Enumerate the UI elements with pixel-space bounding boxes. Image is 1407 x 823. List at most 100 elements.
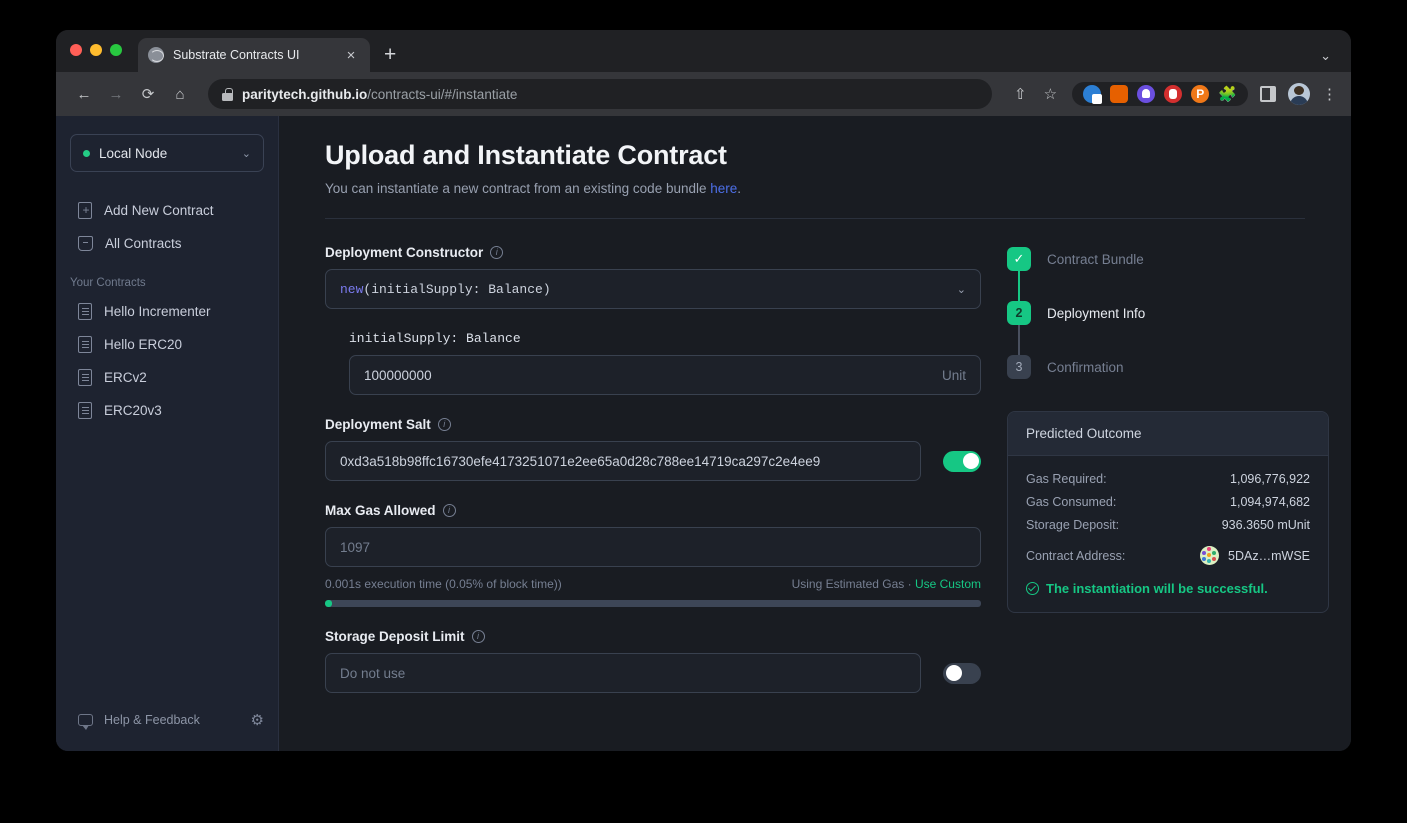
lock-icon <box>222 87 233 101</box>
address-bar[interactable]: paritytech.github.io/contracts-ui/#/inst… <box>208 79 993 109</box>
maximize-window-button[interactable] <box>110 44 122 56</box>
node-label: Local Node <box>99 145 168 161</box>
label-text: Deployment Salt <box>325 417 431 432</box>
sidebar-item-add-new-contract[interactable]: Add New Contract <box>56 194 278 227</box>
step-label: Confirmation <box>1047 359 1124 375</box>
polkadot-extension-icon[interactable]: P <box>1191 85 1210 103</box>
help-feedback-link[interactable]: Help & Feedback <box>104 713 240 727</box>
sidebar-item-hello-incrementer[interactable]: Hello Incrementer <box>56 295 278 328</box>
tab-strip: Substrate Contracts UI × + ⌄ <box>56 30 1351 72</box>
step-connector <box>1018 271 1020 301</box>
form-column: Deployment Constructor i new(initialSupp… <box>325 245 981 715</box>
outcome-row-contract-address: Contract Address: 5DAz…mWSE <box>1026 546 1310 565</box>
initial-supply-value: 100000000 <box>364 367 432 383</box>
toggle-knob <box>945 665 962 681</box>
info-icon[interactable]: i <box>471 630 485 643</box>
url-host: paritytech.github.io <box>242 86 368 102</box>
step-confirmation[interactable]: 3 Confirmation <box>1007 355 1329 379</box>
reload-button[interactable]: ⟳ <box>134 80 162 108</box>
constructor-value: new(initialSupply: Balance) <box>340 282 957 297</box>
status-badge: The instantiation will be successful. <box>1026 581 1310 596</box>
app-body: Local Node ⌄ Add New Contract All Contra… <box>56 116 1351 751</box>
browser-window: Substrate Contracts UI × + ⌄ ← → ⟳ ⌂ par… <box>56 30 1351 751</box>
field-label: Deployment Constructor i <box>325 245 981 260</box>
sidebar-item-ercv2[interactable]: ERCv2 <box>56 361 278 394</box>
chevron-down-icon: ⌄ <box>956 283 966 296</box>
use-custom-link[interactable]: Use Custom <box>915 577 981 591</box>
extensions-group: P 🧩 <box>1072 82 1248 106</box>
step-deployment-info[interactable]: 2 Deployment Info <box>1007 301 1329 325</box>
ghost-extension-icon[interactable] <box>1137 85 1156 103</box>
minimize-window-button[interactable] <box>90 44 102 56</box>
sidebar-item-hello-erc20[interactable]: Hello ERC20 <box>56 328 278 361</box>
max-gas-input[interactable]: 1097 <box>325 527 981 567</box>
side-panel-icon[interactable] <box>1260 86 1276 102</box>
gear-icon[interactable]: ⚙ <box>251 711 264 729</box>
sidebar-item-all-contracts[interactable]: All Contracts <box>56 227 278 259</box>
gas-mode-separator: · <box>907 577 912 591</box>
menu-icon[interactable]: ⋮ <box>1322 85 1337 103</box>
sidebar-section-title: Your Contracts <box>70 277 146 289</box>
sidebar-item-erc20v3[interactable]: ERC20v3 <box>56 394 278 427</box>
panel-title: Predicted Outcome <box>1008 412 1328 456</box>
document-icon <box>78 369 92 386</box>
window-controls <box>70 30 122 72</box>
puzzle-icon[interactable]: 🧩 <box>1218 85 1237 103</box>
info-icon[interactable]: i <box>437 418 451 431</box>
storage-deposit-placeholder: Do not use <box>340 665 406 681</box>
step-label: Deployment Info <box>1047 305 1146 321</box>
storage-deposit-toggle[interactable] <box>943 662 981 684</box>
outcome-value: 1,094,974,682 <box>1230 495 1310 509</box>
share-icon[interactable]: ⇧ <box>1006 80 1034 108</box>
identicon <box>1200 546 1220 565</box>
sidebar-item-label: ERC20v3 <box>104 403 162 418</box>
field-label: Deployment Salt i <box>325 417 981 432</box>
sidebar-item-label: Hello ERC20 <box>104 337 183 352</box>
gas-progress-bar <box>325 600 332 607</box>
new-tab-button[interactable]: + <box>384 44 396 65</box>
node-selector[interactable]: Local Node ⌄ <box>70 134 264 172</box>
outcome-value: 5DAz…mWSE <box>1228 548 1310 563</box>
avatar[interactable] <box>1288 83 1310 105</box>
label-text: Max Gas Allowed <box>325 503 436 518</box>
salt-input[interactable]: 0xd3a518b98ffc16730efe4173251071e2ee65a0… <box>325 441 921 481</box>
archive-icon <box>78 236 93 251</box>
home-button[interactable]: ⌂ <box>166 80 194 108</box>
info-icon[interactable]: i <box>442 504 456 517</box>
storage-deposit-input[interactable]: Do not use <box>325 653 921 693</box>
ublock-extension-icon[interactable] <box>1164 85 1183 103</box>
check-circle-icon <box>1026 582 1039 595</box>
close-icon[interactable]: × <box>342 48 360 63</box>
step-contract-bundle[interactable]: ✓ Contract Bundle <box>1007 247 1329 271</box>
contract-address[interactable]: 5DAz…mWSE <box>1200 546 1310 565</box>
forward-button[interactable]: → <box>102 80 130 108</box>
content-row: Deployment Constructor i new(initialSupp… <box>325 245 1329 715</box>
back-button[interactable]: ← <box>70 80 98 108</box>
field-max-gas-allowed: Max Gas Allowed i 1097 0.001s execution … <box>325 503 981 607</box>
bookmark-star-icon[interactable]: ☆ <box>1036 80 1064 108</box>
storage-deposit-row: Do not use <box>325 653 981 693</box>
step-connector <box>1018 325 1020 355</box>
max-gas-value: 1097 <box>340 539 371 555</box>
sidebar-nav: Add New Contract All Contracts Your Cont… <box>56 194 278 427</box>
gas-meta: 0.001s execution time (0.05% of block ti… <box>325 577 981 591</box>
close-window-button[interactable] <box>70 44 82 56</box>
gas-progress-track <box>325 600 981 607</box>
label-text: Storage Deposit Limit <box>325 629 465 644</box>
sidebar-item-label: ERCv2 <box>104 370 147 385</box>
panel-body: Gas Required: 1,096,776,922 Gas Consumed… <box>1008 456 1328 612</box>
status-text: The instantiation will be successful. <box>1046 581 1268 596</box>
salt-toggle[interactable] <box>943 450 981 472</box>
info-icon[interactable]: i <box>490 246 504 259</box>
document-icon <box>78 303 92 320</box>
chevron-down-icon[interactable]: ⌄ <box>1320 48 1331 64</box>
here-link[interactable]: here <box>710 181 737 196</box>
outcome-key: Gas Consumed: <box>1026 495 1117 509</box>
step-badge: ✓ <box>1007 247 1031 271</box>
url-path: /contracts-ui/#/instantiate <box>367 86 518 102</box>
constructor-select[interactable]: new(initialSupply: Balance) ⌄ <box>325 269 981 309</box>
metamask-extension-icon[interactable] <box>1110 85 1129 103</box>
initial-supply-input[interactable]: 100000000 Unit <box>349 355 981 395</box>
browser-tab[interactable]: Substrate Contracts UI × <box>138 38 370 72</box>
lock-extension-icon[interactable] <box>1083 85 1103 104</box>
